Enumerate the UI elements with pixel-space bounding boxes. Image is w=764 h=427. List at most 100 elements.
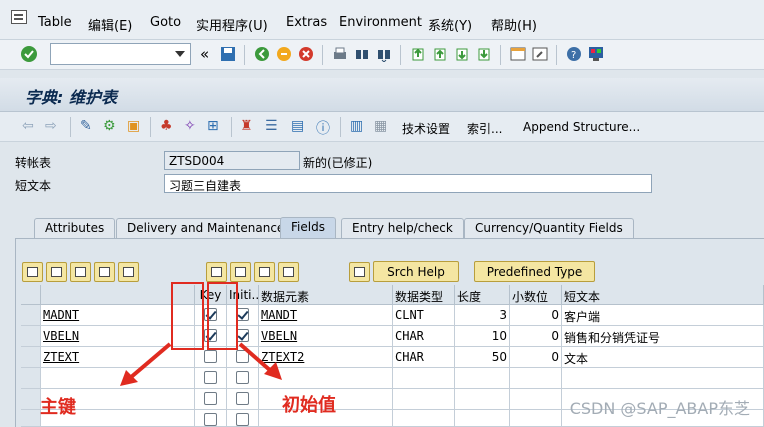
list-icon[interactable]: ☰ [265, 118, 278, 134]
system-menu-icon[interactable] [11, 10, 27, 24]
menu-extras[interactable]: Extras [286, 15, 327, 30]
shortcut-icon[interactable] [532, 46, 548, 62]
row-selector[interactable] [21, 326, 41, 347]
other-object-icon[interactable]: ⚙ [103, 118, 116, 134]
menu-system[interactable]: 系统(Y) [428, 15, 472, 34]
select-all-button[interactable] [230, 262, 251, 282]
double-left-arrow-icon[interactable]: « [200, 45, 209, 63]
cancel-icon[interactable] [298, 46, 314, 62]
data-element-column-header[interactable]: 数据元素 [259, 285, 393, 305]
key-checkbox[interactable] [204, 392, 217, 405]
display-object-list-icon[interactable]: ▤ [291, 118, 304, 134]
row-selector[interactable] [21, 368, 41, 389]
row-selector-header[interactable] [21, 285, 41, 305]
toolbar-separator [322, 45, 323, 65]
data-element-cell[interactable]: MANDT [259, 305, 393, 326]
table-contents-icon[interactable]: ▦ [374, 118, 387, 134]
menu-edit[interactable]: 编辑(E) [88, 15, 132, 34]
data-type-cell [393, 410, 455, 427]
first-page-icon[interactable] [410, 46, 426, 62]
menu-goto[interactable]: Goto [150, 15, 181, 30]
data-type-cell [393, 368, 455, 389]
new-session-icon[interactable] [510, 46, 526, 62]
where-used-icon[interactable]: ⊞ [207, 118, 219, 134]
toolbar-separator [556, 45, 557, 65]
info-icon[interactable]: ⓘ [316, 118, 330, 138]
save-icon[interactable] [220, 46, 236, 62]
short-text-cell: 文本 [562, 347, 764, 368]
title-bar: 字典: 维护表 [0, 78, 764, 112]
short-text-field[interactable]: 习题三自建表 [164, 174, 652, 193]
decimals-column-header[interactable]: 小数位 [510, 285, 562, 305]
last-page-icon[interactable] [476, 46, 492, 62]
find-next-icon[interactable] [376, 46, 392, 62]
key-checkbox[interactable] [204, 350, 217, 363]
find-icon[interactable] [354, 46, 370, 62]
up-triangle-icon [283, 267, 294, 277]
previous-page-icon[interactable] [432, 46, 448, 62]
tab-currency-quantity-fields[interactable]: Currency/Quantity Fields [464, 218, 634, 238]
down-triangle-icon [211, 267, 222, 277]
srch-help-button[interactable]: Srch Help [373, 261, 459, 282]
copy-row-button[interactable] [46, 262, 67, 282]
key-checkbox[interactable] [204, 413, 217, 426]
paste-row-button[interactable] [70, 262, 91, 282]
length-column-header[interactable]: 长度 [455, 285, 510, 305]
key-cell [195, 347, 227, 368]
append-structure-button[interactable]: Append Structure... [523, 120, 640, 134]
hierarchy-icon[interactable]: ♜ [240, 118, 253, 134]
row-selector[interactable] [21, 347, 41, 368]
search-help-icon-button[interactable] [349, 262, 370, 282]
row-selector[interactable] [21, 410, 41, 427]
back-icon[interactable] [254, 46, 270, 62]
deselect-all-button[interactable] [254, 262, 275, 282]
sort-down-button[interactable] [206, 262, 227, 282]
cut-row-button[interactable] [22, 262, 43, 282]
row-selector[interactable] [21, 305, 41, 326]
arrow-to-initial-icon [238, 342, 282, 380]
insert-row-icon [99, 267, 110, 277]
menu-bar: Table 编辑(E) Goto 实用程序(U) Extras Environm… [0, 0, 764, 40]
initial-cell [227, 410, 259, 427]
data-type-cell: CHAR [393, 326, 455, 347]
indexes-button[interactable]: 索引... [467, 120, 502, 137]
enter-icon[interactable] [20, 45, 38, 63]
print-icon[interactable] [332, 46, 348, 62]
tab-entry-help-check[interactable]: Entry help/check [341, 218, 464, 238]
back-arrow-icon[interactable]: ⇦ [22, 118, 34, 134]
display-change-icon[interactable]: ✎ [80, 118, 92, 134]
menu-table[interactable]: Table [38, 15, 72, 30]
primary-key-annotation: 主键 [40, 397, 76, 418]
activate-icon[interactable]: ♣ [160, 118, 173, 134]
command-field[interactable] [50, 43, 191, 65]
chevron-down-icon[interactable] [175, 51, 185, 57]
insert-row-button[interactable] [94, 262, 115, 282]
menu-environment[interactable]: Environment [339, 15, 422, 30]
key-checkbox[interactable] [204, 371, 217, 384]
tab-fields[interactable]: Fields [280, 217, 336, 238]
initial-checkbox[interactable] [236, 392, 249, 405]
application-toolbar: ⇦ ⇨ ✎ ⚙ ▣ ♣ ✧ ⊞ ♜ ☰ ▤ ⓘ ▥ ▦ 技术设置 索引... A… [0, 112, 764, 142]
check-icon[interactable]: ▣ [127, 118, 140, 134]
customize-layout-icon[interactable] [588, 46, 604, 62]
tab-attributes[interactable]: Attributes [34, 218, 116, 238]
row-selector[interactable] [21, 389, 41, 410]
menu-utilities[interactable]: 实用程序(U) [196, 15, 268, 34]
forward-arrow-icon[interactable]: ⇨ [45, 118, 57, 134]
technical-settings-button[interactable]: 技术设置 [402, 120, 450, 137]
delete-row-button[interactable] [118, 262, 139, 282]
data-type-column-header[interactable]: 数据类型 [393, 285, 455, 305]
menu-help[interactable]: 帮助(H) [491, 15, 537, 34]
help-icon[interactable]: ? [566, 46, 582, 62]
tab-delivery-maintenance[interactable]: Delivery and Maintenance [116, 218, 296, 238]
exit-icon[interactable] [276, 46, 292, 62]
short-text-column-header[interactable]: 短文本 [562, 285, 764, 305]
next-page-icon[interactable] [454, 46, 470, 62]
sort-up-button[interactable] [278, 262, 299, 282]
initial-checkbox[interactable] [236, 413, 249, 426]
toolbar-separator [500, 45, 501, 65]
magic-wand-icon[interactable]: ✧ [184, 118, 196, 134]
predefined-type-button[interactable]: Predefined Type [474, 261, 595, 282]
contents-icon[interactable]: ▥ [350, 118, 363, 134]
toolbar-separator [244, 45, 245, 65]
